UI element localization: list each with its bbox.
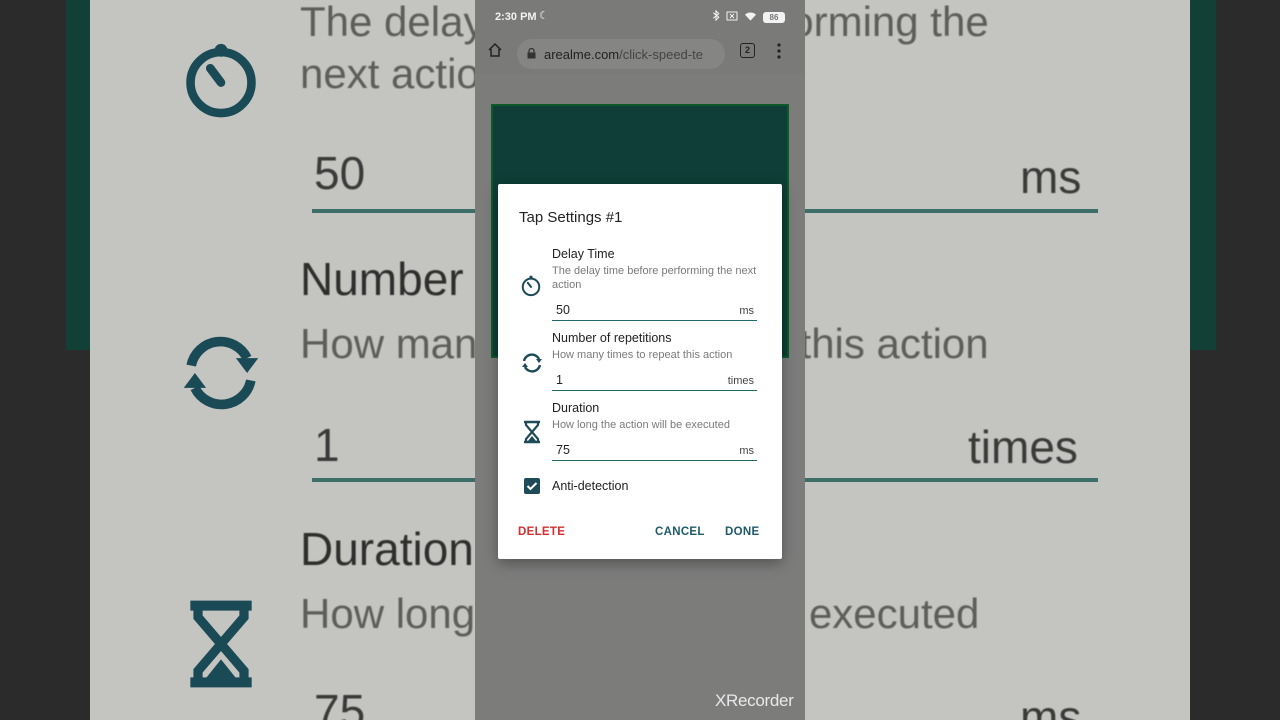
delay-field[interactable]: 50 ms [552,301,757,321]
anti-detection-label[interactable]: Anti-detection [552,479,628,493]
duration-description: How long the action will be executed [552,419,730,431]
tap-settings-dialog: Tap Settings #1 Delay Time The delay tim… [498,184,782,559]
bg-repeat-icon [176,332,266,419]
duration-unit: ms [739,445,754,457]
sim-off-icon [726,11,738,24]
dialog-title: Tap Settings #1 [519,209,623,226]
anti-detection-checkbox[interactable] [524,478,540,494]
bg-duration-title: Duration [300,523,474,575]
url-bar[interactable]: arealme.com/click-speed-te [517,39,725,69]
delay-title: Delay Time [552,247,615,261]
bg-repetitions-value: 1 [314,419,340,471]
bg-timer-icon [178,36,264,127]
url-path: /click-speed-te [619,46,703,62]
repetitions-description: How many times to repeat this action [552,349,733,361]
repetitions-unit: times [727,375,754,387]
duration-value[interactable]: 75 [556,443,570,457]
bluetooth-icon [712,9,720,24]
status-bar: 2:30 PM ☾ 86 [475,0,805,34]
bg-duration-unit: ms [1020,691,1082,720]
bg-duration-value: 75 [314,685,366,720]
url-host: arealme.com [544,46,620,62]
recorder-watermark: XRecorder [715,691,794,710]
bg-delay-desc-2: next action [300,50,504,97]
moon-icon: ☾ [539,10,549,22]
home-icon[interactable] [487,42,503,63]
status-time: 2:30 PM [495,11,537,23]
wifi-icon [744,11,757,24]
bg-delay-unit: ms [1020,151,1082,203]
duration-field[interactable]: 75 ms [552,441,757,461]
repeat-icon [520,352,544,379]
battery-icon: 86 [763,11,785,23]
timer-icon [520,274,542,303]
delay-value[interactable]: 50 [556,303,570,317]
cancel-button[interactable]: CANCEL [655,526,705,538]
hourglass-icon [522,420,542,449]
repetitions-value[interactable]: 1 [556,373,563,387]
bg-green-strip-right [1190,0,1216,350]
delay-unit: ms [739,305,754,317]
duration-title: Duration [552,401,600,415]
repetitions-title: Number of repetitions [552,331,672,345]
browser-toolbar: arealme.com/click-speed-te 2 [475,34,805,74]
bg-green-strip-left [66,0,90,350]
done-button[interactable]: DONE [725,526,759,538]
more-menu-icon[interactable] [777,43,781,64]
delete-button[interactable]: DELETE [518,526,565,538]
checkmark-icon [526,482,538,491]
bg-delay-value: 50 [314,147,366,199]
lock-icon [527,47,536,62]
bg-hourglass-icon [180,598,262,695]
repetitions-field[interactable]: 1 times [552,371,757,391]
bg-repetitions-unit: times [968,421,1078,473]
tab-switcher-button[interactable]: 2 [740,43,755,58]
delay-description: The delay time before performing the nex… [552,265,757,291]
